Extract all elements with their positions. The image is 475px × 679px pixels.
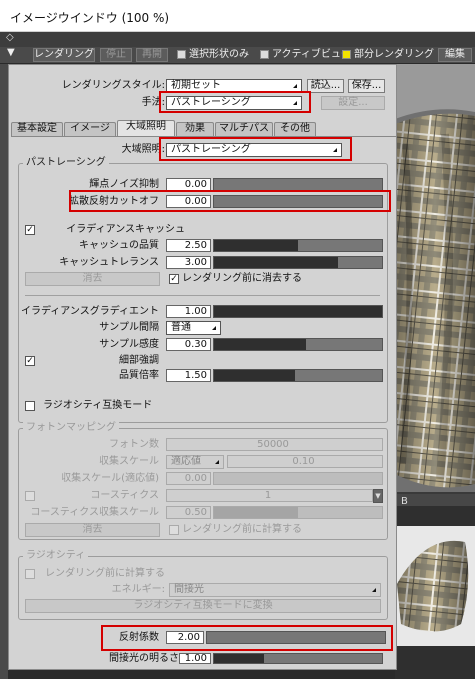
collect-scale-adaptive-value[interactable]: 0.00 [166, 472, 211, 485]
caustics-label: コースティクス [90, 490, 159, 501]
viewport-fragment-text: B [401, 496, 408, 507]
quality-mult-label: 品質倍率 [119, 370, 159, 381]
pathtracing-separator [25, 295, 380, 296]
cache-tolerance-value[interactable]: 3.00 [166, 256, 211, 269]
collect-scale-adaptive-label: 収集スケール(適応値) [61, 473, 159, 484]
active-view-checkbox[interactable] [260, 50, 269, 59]
tab-other[interactable]: その他 [274, 122, 316, 136]
photons-label: フォトン数 [109, 439, 159, 450]
tab-basic[interactable]: 基本設定 [11, 122, 63, 136]
sample-sensitivity-value[interactable]: 0.30 [166, 338, 211, 351]
gi-label: 大域照明: [121, 144, 165, 155]
tab-global-illumination[interactable]: 大域照明 [117, 120, 175, 136]
caustics-scale-label: コースティクス収集スケール [30, 507, 159, 518]
left-strip [0, 64, 8, 679]
method-highlight-box [159, 91, 311, 113]
cache-tolerance-slider[interactable] [213, 256, 383, 269]
quality-mult-value[interactable]: 1.50 [166, 369, 211, 382]
quality-mult-slider[interactable] [213, 369, 383, 382]
indirect-slider[interactable] [213, 653, 383, 664]
indirect-label: 間接光の明るさ [109, 653, 179, 664]
caustics-spin-icon[interactable]: ▼ [373, 489, 383, 503]
window-title: イメージウインドウ (100 %) [10, 11, 170, 25]
irr-gradient-value[interactable]: 1.00 [166, 305, 211, 318]
photons-value[interactable]: 50000 [166, 438, 383, 451]
render-button[interactable]: レンダリング [33, 48, 95, 62]
partial-render-label: 部分レンダリング [354, 49, 434, 60]
caustics-value[interactable]: 1 [166, 489, 373, 502]
radiosity-compat-checkbox[interactable] [25, 401, 35, 411]
sample-interval-label: サンプル間隔 [99, 322, 159, 333]
clear-cache-button[interactable]: 消去 [25, 272, 160, 286]
clear-before-render-label: レンダリング前に消去する [182, 273, 302, 284]
method-label: 手法: [141, 97, 165, 108]
caustics-scale-value[interactable]: 0.50 [166, 506, 211, 519]
cache-tolerance-label: キャッシュトレランス [59, 257, 159, 268]
sample-interval-dropdown[interactable]: 普通 [166, 321, 221, 335]
collect-scale-adaptive-slider[interactable] [213, 472, 383, 485]
partial-render-checkbox[interactable] [342, 50, 351, 59]
window-strip: ◇ [0, 32, 475, 47]
photon-clear-button[interactable]: 消去 [25, 523, 160, 537]
style-label: レンダリングスタイル: [61, 80, 165, 91]
tab-image[interactable]: イメージ [64, 122, 116, 136]
irr-gradient-slider[interactable] [213, 305, 383, 318]
detail-enhance-label: 細部強調 [119, 355, 159, 366]
collect-scale-label: 収集スケール [99, 456, 159, 467]
cache-quality-value[interactable]: 2.50 [166, 239, 211, 252]
stop-button[interactable]: 停止 [100, 48, 132, 62]
save-button[interactable]: 保存... [348, 79, 385, 93]
selection-only-label: 選択形状のみ [189, 49, 249, 60]
gi-highlight-box [159, 137, 352, 161]
diffuse-cutoff-highlight-box [69, 190, 391, 212]
rendered-fabric-image: B [395, 64, 475, 679]
indirect-value[interactable]: 1.00 [179, 653, 211, 664]
reflection-highlight-box [101, 625, 393, 651]
resume-button[interactable]: 再開 [136, 48, 168, 62]
render-settings-panel: レンダリングスタイル: 初期セット 読込... 保存... 手法: パストレーシ… [8, 64, 397, 670]
radiosity-compat-label: ラジオシティ互換モード [43, 400, 153, 411]
photon-compute-before-render-checkbox[interactable] [169, 525, 179, 535]
tab-effects[interactable]: 効果 [176, 122, 214, 136]
sample-sensitivity-label: サンプル感度 [99, 339, 159, 350]
pathtracing-title: パストレーシング [23, 157, 109, 169]
window-title-bar: イメージウインドウ (100 %) [0, 0, 475, 32]
energy-dropdown[interactable]: 間接光 [169, 583, 381, 597]
active-view-label: アクティブビュー [272, 49, 351, 60]
load-button[interactable]: 読込... [307, 79, 344, 93]
settings-button[interactable]: 設定... [321, 96, 385, 110]
sample-sensitivity-slider[interactable] [213, 338, 383, 351]
selection-only-checkbox[interactable] [177, 50, 186, 59]
edit-button[interactable]: 編集 [438, 48, 472, 62]
detail-enhance-checkbox[interactable]: ✓ [25, 356, 35, 366]
convert-radiosity-button[interactable]: ラジオシティ互換モードに変換 [25, 599, 381, 613]
radiosity-title: ラジオシティ [23, 550, 89, 562]
render-viewport: B [395, 64, 475, 679]
diamond-icon[interactable]: ◇ [6, 32, 14, 43]
photon-compute-before-render-label: レンダリング前に計算する [182, 524, 302, 535]
irradiance-cache-checkbox[interactable]: ✓ [25, 225, 35, 235]
radiosity-compute-checkbox[interactable] [25, 569, 35, 579]
irradiance-cache-label: イラディアンスキャッシュ [66, 224, 185, 235]
collect-scale-value[interactable]: 0.10 [227, 455, 383, 468]
radiosity-compute-label: レンダリング前に計算する [45, 568, 165, 579]
caustics-scale-slider[interactable] [213, 506, 383, 519]
cache-quality-slider[interactable] [213, 239, 383, 252]
collapse-icon[interactable]: ▼ [7, 47, 15, 58]
caustics-checkbox[interactable] [25, 491, 35, 501]
collect-scale-mode-dropdown[interactable]: 適応値 [166, 455, 224, 469]
tab-multipass[interactable]: マルチパス [215, 122, 273, 136]
cache-quality-label: キャッシュの品質 [79, 240, 159, 251]
clear-before-render-checkbox[interactable]: ✓ [169, 274, 179, 284]
render-toolbar: ▼ レンダリング 停止 再開 選択形状のみ アクティブビュー 部分レンダリング … [0, 47, 475, 64]
photon-title: フォトンマッピング [23, 422, 119, 434]
energy-label: エネルギー: [111, 584, 165, 595]
irr-gradient-label: イラディアンスグラディエント [21, 306, 159, 317]
